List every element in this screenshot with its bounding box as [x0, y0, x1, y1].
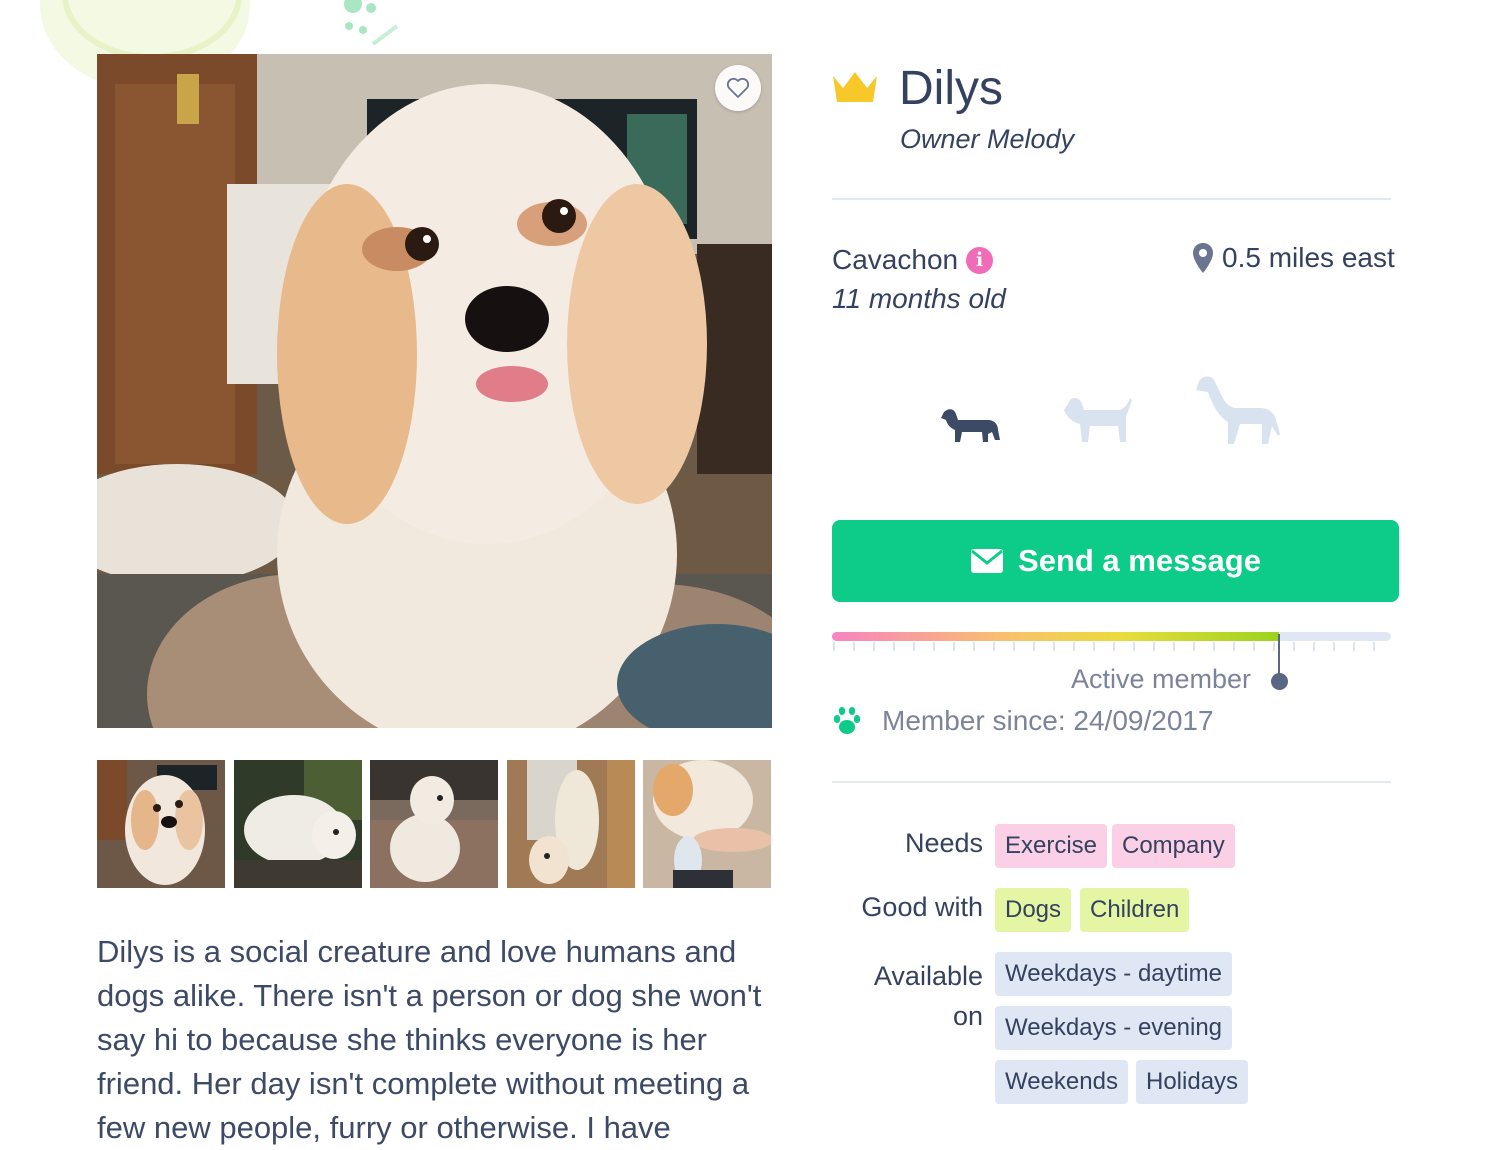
thumbnail-3[interactable]: [370, 760, 498, 888]
large-dog-icon[interactable]: [1194, 374, 1282, 446]
available-on-label: Available on: [873, 961, 983, 1031]
available-tag: Weekdays - daytime: [995, 952, 1232, 996]
member-since-label: Member since: 24/09/2017: [882, 705, 1214, 736]
needs-label: Needs: [904, 828, 983, 858]
main-pet-photo[interactable]: [97, 54, 772, 728]
breed-label: Cavachon: [832, 244, 959, 275]
small-dog-icon[interactable]: [940, 406, 1002, 446]
medium-dog-icon[interactable]: [1060, 394, 1134, 446]
available-tag: Weekdays - evening: [995, 1006, 1233, 1050]
good-with-tag: Dogs: [995, 888, 1072, 932]
activity-label: Active member: [1071, 664, 1252, 694]
good-with-label: Good with: [861, 892, 983, 922]
available-tag: Holidays: [1136, 1060, 1249, 1104]
pet-description: Dilys is a social creature and love huma…: [97, 934, 762, 1145]
favorite-button[interactable]: [715, 65, 761, 111]
info-icon[interactable]: i: [966, 246, 994, 274]
activity-marker-dot: [1271, 673, 1288, 690]
activity-ticks: [833, 642, 1375, 651]
good-with-tag: Children: [1080, 888, 1190, 932]
envelope-icon: [971, 549, 1004, 573]
activity-meter: [832, 632, 1391, 641]
activity-fill: [832, 632, 1280, 641]
distance: 0.5 miles east: [1192, 242, 1395, 274]
needs-tag: Exercise: [995, 824, 1108, 868]
thumbnail-4[interactable]: [507, 760, 635, 888]
divider: [832, 781, 1391, 783]
pet-age: 11 months old: [832, 283, 1006, 314]
decorative-paw-icon: [344, 0, 399, 46]
divider: [832, 198, 1391, 200]
photo-thumbnails: [97, 760, 772, 888]
send-message-button[interactable]: Send a message: [832, 520, 1399, 602]
send-message-label: Send a message: [1018, 543, 1261, 578]
thumbnail-2[interactable]: [234, 760, 362, 888]
location-pin-icon: [1193, 243, 1213, 273]
owner-name: Owner Melody: [900, 124, 1075, 154]
size-selector: [932, 370, 1292, 450]
needs-tag: Company: [1112, 824, 1235, 868]
heart-icon: [726, 77, 750, 98]
thumbnail-1[interactable]: [97, 760, 225, 888]
breed: Cavachon i: [832, 244, 994, 276]
available-tag: Weekends: [995, 1060, 1128, 1104]
paw-icon: [833, 707, 861, 734]
thumbnail-5[interactable]: [643, 760, 771, 888]
member-since: Member since: 24/09/2017: [832, 705, 1214, 737]
crown-icon: [833, 72, 877, 102]
pet-name: Dilys: [899, 62, 1003, 115]
distance-label: 0.5 miles east: [1222, 242, 1395, 273]
